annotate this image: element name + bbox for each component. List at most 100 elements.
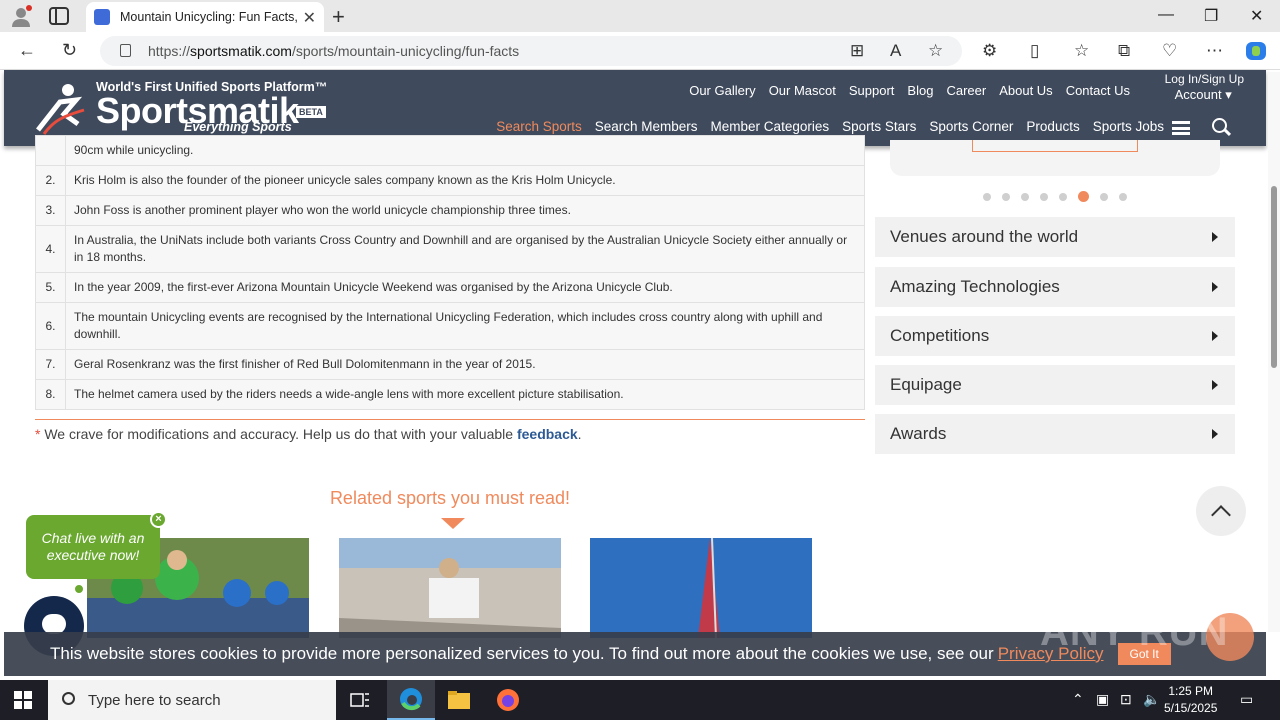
tab-active[interactable]: Mountain Unicycling: Fun Facts, ... ✕ — [86, 2, 324, 32]
triangle-right-icon — [1212, 232, 1218, 242]
edge-taskbar-icon[interactable] — [387, 680, 435, 720]
nav-about-us[interactable]: About Us — [999, 83, 1052, 98]
scroll-to-top-button[interactable] — [1196, 486, 1246, 536]
clock-date: 5/15/2025 — [1164, 701, 1218, 715]
table-row: 8. The helmet camera used by the riders n… — [35, 379, 865, 410]
more-menu-icon[interactable]: ⋯ — [1206, 41, 1223, 61]
nav-contact-us[interactable]: Contact Us — [1066, 83, 1130, 98]
browser-tabstrip: Mountain Unicycling: Fun Facts, ... ✕ + … — [0, 0, 1280, 32]
nav-our-mascot[interactable]: Our Mascot — [769, 83, 836, 98]
tab-actions-icon[interactable] — [48, 6, 70, 26]
feedback-link[interactable]: feedback — [517, 426, 578, 442]
split-screen-icon[interactable]: ▯ — [1030, 41, 1039, 61]
minimize-icon[interactable]: — — [1158, 6, 1174, 24]
copilot-icon[interactable] — [1244, 40, 1268, 62]
carousel-dot-active[interactable] — [1078, 191, 1089, 202]
volume-icon[interactable]: 🔈 — [1143, 691, 1160, 708]
close-window-icon[interactable]: ✕ — [1250, 6, 1263, 26]
carousel-dot[interactable] — [1059, 193, 1067, 201]
table-row: 4. In Australia, the UniNats include both… — [35, 225, 865, 273]
account-dropdown[interactable]: Account ▾ — [1175, 87, 1244, 103]
hamburger-menu-icon[interactable] — [1172, 121, 1190, 135]
carousel-card — [890, 140, 1220, 176]
notifications-icon[interactable]: ▭ — [1240, 691, 1253, 708]
taskbar-search-input[interactable]: Type here to search — [48, 680, 336, 720]
sidebar-item-equipage[interactable]: Equipage — [875, 365, 1235, 405]
main-nav: Search Sports Search Members Member Cate… — [496, 119, 1164, 134]
nav-career[interactable]: Career — [946, 83, 986, 98]
restore-icon[interactable]: ❐ — [1204, 6, 1218, 26]
table-row: 6. The mountain Unicycling events are rec… — [35, 302, 865, 350]
taskbar-search-placeholder: Type here to search — [88, 691, 221, 709]
carousel-dot[interactable] — [983, 193, 991, 201]
url-bar[interactable]: https://sportsmatik.com/sports/mountain-… — [100, 36, 962, 66]
table-row: 3. John Foss is another prominent player … — [35, 195, 865, 226]
nav-member-categories[interactable]: Member Categories — [711, 119, 830, 134]
feedback-text: We crave for modifications and accuracy.… — [40, 426, 517, 442]
fact-number: 7. — [35, 349, 66, 380]
sidebar-item-label: Amazing Technologies — [890, 277, 1060, 296]
url-prefix: https:// — [148, 43, 191, 59]
read-aloud-icon[interactable]: A — [890, 41, 901, 61]
triangle-right-icon — [1212, 282, 1218, 292]
nav-products[interactable]: Products — [1026, 119, 1079, 134]
nav-our-gallery[interactable]: Our Gallery — [689, 83, 755, 98]
nav-search-members[interactable]: Search Members — [595, 119, 698, 134]
tray-device-icon[interactable]: ▣ — [1096, 691, 1109, 708]
performance-icon[interactable]: ♡ — [1162, 41, 1177, 61]
back-icon[interactable]: ← — [18, 40, 36, 61]
search-icon[interactable] — [1212, 118, 1227, 133]
file-explorer-icon[interactable] — [435, 680, 483, 720]
sidebar-item-competitions[interactable]: Competitions — [875, 316, 1235, 356]
extensions-icon[interactable]: ⚙ — [982, 41, 997, 61]
sidebar-item-venues[interactable]: Venues around the world — [875, 217, 1235, 257]
task-view-icon[interactable] — [336, 680, 384, 720]
nav-search-sports[interactable]: Search Sports — [496, 119, 582, 134]
fact-text: Geral Rosenkranz was the first finisher … — [65, 349, 865, 380]
favorite-star-icon[interactable]: ☆ — [928, 41, 943, 61]
nav-support[interactable]: Support — [849, 83, 895, 98]
windows-start-icon[interactable] — [14, 691, 32, 709]
sidebar-item-awards[interactable]: Awards — [875, 414, 1235, 454]
new-tab-icon[interactable]: + — [332, 4, 345, 30]
profile-icon[interactable] — [10, 5, 32, 27]
taskbar-clock[interactable]: 1:25 PM 5/15/2025 — [1164, 683, 1217, 717]
chat-invite-bubble[interactable]: Chat live with an executive now! — [26, 515, 160, 579]
login-link[interactable]: Log In/Sign Up — [1165, 72, 1244, 86]
sportsmatik-logo-icon[interactable] — [34, 80, 90, 136]
related-arrow-icon — [441, 518, 465, 529]
chat-close-icon[interactable]: × — [150, 511, 167, 528]
tab-close-icon[interactable]: ✕ — [303, 8, 316, 28]
beta-badge: BETA — [296, 106, 326, 118]
collections-icon[interactable]: ⧉ — [1118, 41, 1130, 61]
nav-sports-corner[interactable]: Sports Corner — [929, 119, 1013, 134]
carousel-dot[interactable] — [1040, 193, 1048, 201]
url-domain: sportsmatik.com — [190, 43, 292, 59]
sidebar-item-label: Competitions — [890, 326, 990, 345]
fact-number: 8. — [35, 379, 66, 410]
nav-sports-stars[interactable]: Sports Stars — [842, 119, 916, 134]
network-icon[interactable]: ⊡ — [1120, 691, 1132, 708]
page-scrollbar[interactable] — [1268, 72, 1280, 632]
carousel-dot[interactable] — [1002, 193, 1010, 201]
nav-sports-jobs[interactable]: Sports Jobs — [1093, 119, 1164, 134]
fact-number: 4. — [35, 225, 66, 273]
scrollbar-thumb[interactable] — [1271, 186, 1277, 368]
carousel-dot[interactable] — [1119, 193, 1127, 201]
tray-chevron-icon[interactable]: ⌃ — [1072, 691, 1084, 708]
search-icon — [62, 692, 75, 705]
related-card-sailing[interactable] — [590, 538, 812, 638]
favorites-icon[interactable]: ☆ — [1074, 41, 1089, 61]
app-available-icon[interactable]: ⊞ — [850, 41, 864, 61]
carousel-dot[interactable] — [1100, 193, 1108, 201]
account-menu[interactable]: Log In/Sign Up Account ▾ — [1165, 72, 1244, 103]
firefox-icon[interactable] — [484, 680, 532, 720]
nav-blog[interactable]: Blog — [907, 83, 933, 98]
refresh-icon[interactable]: ↻ — [62, 40, 77, 61]
carousel-dots — [983, 191, 1127, 202]
carousel-dot[interactable] — [1021, 193, 1029, 201]
carousel-button[interactable] — [972, 140, 1138, 152]
related-card-skating[interactable] — [339, 538, 561, 638]
sidebar-item-technologies[interactable]: Amazing Technologies — [875, 267, 1235, 307]
sidebar-item-label: Awards — [890, 424, 947, 443]
